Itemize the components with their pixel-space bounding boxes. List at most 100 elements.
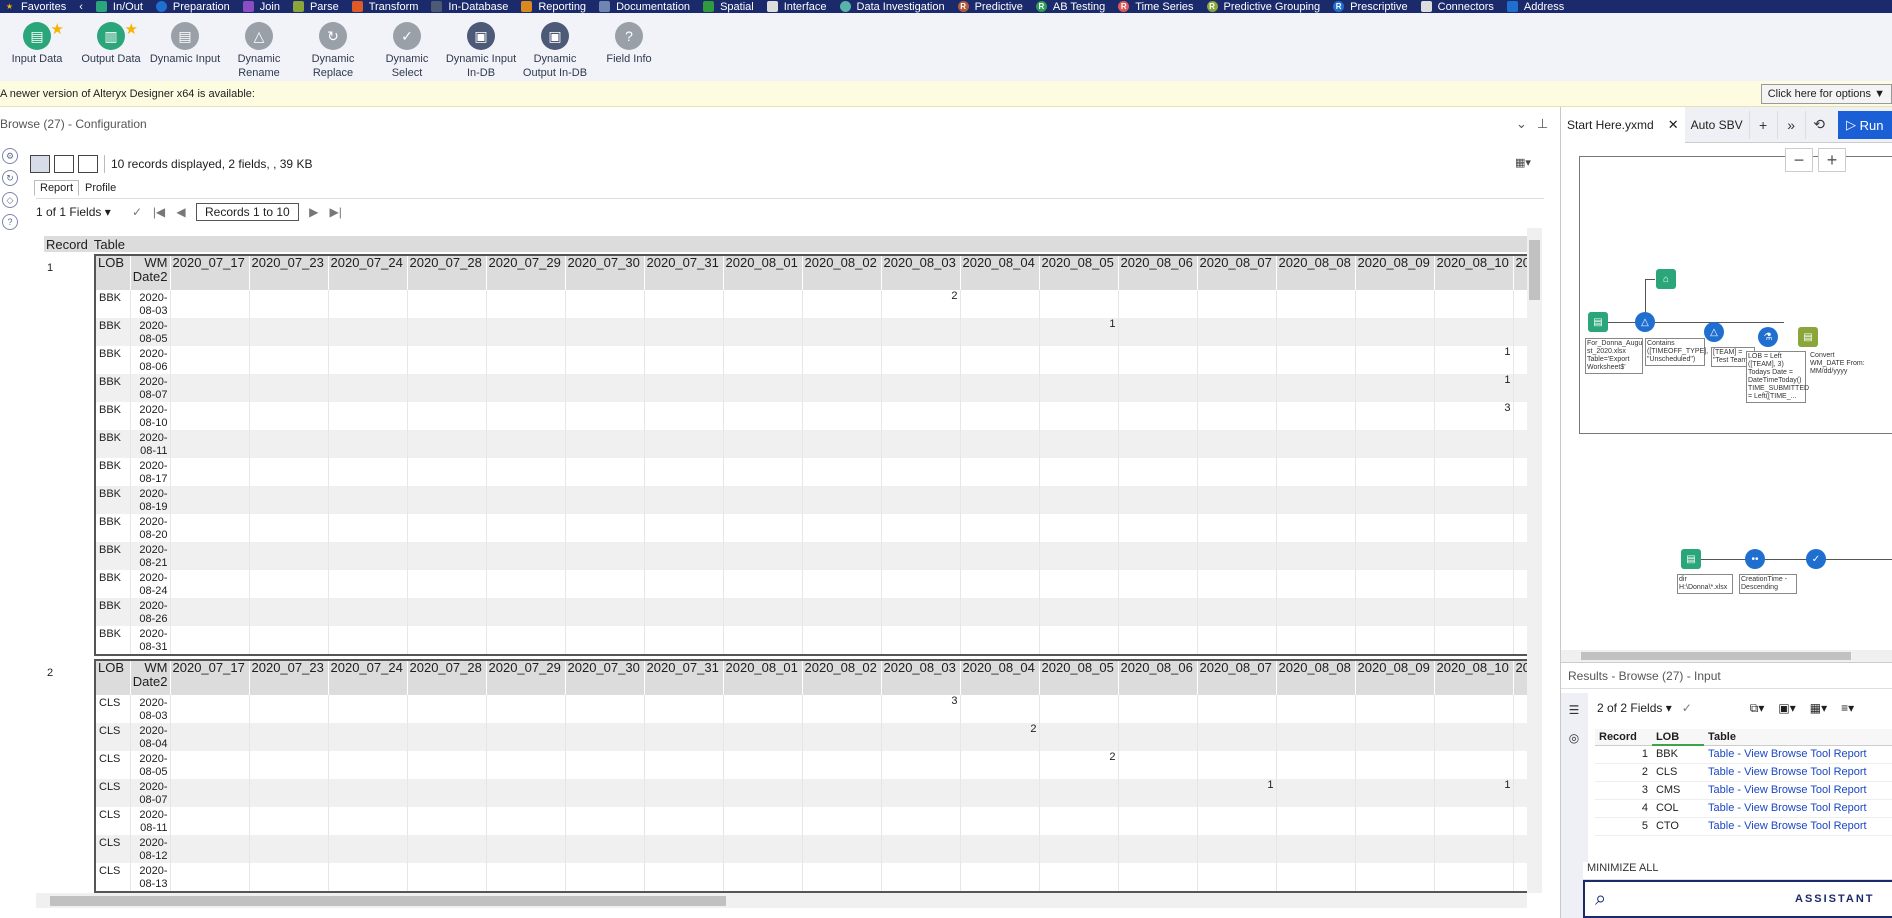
save-icon[interactable]: ▣▾ <box>1778 701 1795 715</box>
check-icon[interactable]: ✓ <box>126 205 148 219</box>
category-parse[interactable]: Parse <box>289 0 348 13</box>
fields-dropdown[interactable]: 1 of 1 Fields ▾ <box>36 205 126 219</box>
dynamic-select-tool[interactable]: ✓ Dynamic Select <box>370 13 444 80</box>
report-vertical-scrollbar[interactable] <box>1527 228 1542 893</box>
prev-record-icon[interactable]: ◀ <box>170 205 192 219</box>
directory-node[interactable]: ▤ <box>1681 549 1701 569</box>
dynamic-replace-tool[interactable]: ↻ Dynamic Replace <box>296 13 370 80</box>
last-record-icon[interactable]: ▶| <box>325 205 347 219</box>
table-row: BBK 2020-08-17 <box>96 458 1527 486</box>
help-icon[interactable]: ? <box>2 214 18 230</box>
category-in-out[interactable]: In/Out <box>92 0 152 13</box>
category-prescriptive[interactable]: R Prescriptive <box>1329 0 1416 13</box>
lob-header[interactable]: LOB <box>1651 729 1705 746</box>
table-header[interactable]: Table <box>1704 729 1892 746</box>
overflow-icon[interactable]: » <box>1776 110 1805 139</box>
workflow-canvas[interactable]: − + ▤ ⌂ △ △ ⚗ ▤ For_Donna_Augu st_2020.x… <box>1561 144 1892 662</box>
category-time-series[interactable]: R Time Series <box>1114 0 1202 13</box>
check-icon[interactable]: ✓ <box>1682 701 1692 715</box>
count-cell <box>170 626 250 654</box>
tab-profile[interactable]: Profile <box>79 180 122 196</box>
gear-icon[interactable]: ⚙ <box>2 148 18 164</box>
canvas-horizontal-scrollbar[interactable] <box>1561 650 1892 662</box>
dynamic-input-indb-tool[interactable]: ▣ Dynamic Input In-DB <box>444 13 518 80</box>
filter-team-node[interactable]: △ <box>1704 322 1724 342</box>
tool-container[interactable] <box>1579 156 1892 434</box>
table-row[interactable]: 1 BBK Table - View Browse Tool Report <box>1595 745 1892 764</box>
table-row[interactable]: 2 CLS Table - View Browse Tool Report <box>1595 763 1892 782</box>
output-data-tool[interactable]: ▥ Output Data ★ <box>74 13 148 66</box>
table-link[interactable]: Table - View Browse Tool Report <box>1704 763 1892 782</box>
table-icon[interactable]: ▦▾ <box>1810 701 1827 715</box>
assistant-bar[interactable]: ⌕ ASSISTANT <box>1583 880 1892 918</box>
table-row[interactable]: 5 CTO Table - View Browse Tool Report <box>1595 817 1892 836</box>
chevron-down-icon[interactable]: ⌄ <box>1516 116 1527 132</box>
category-reporting[interactable]: Reporting <box>517 0 595 13</box>
next-record-icon[interactable]: ▶ <box>303 205 325 219</box>
category-join[interactable]: Join <box>239 0 289 13</box>
category-spatial[interactable]: Spatial <box>699 0 763 13</box>
category-preparation[interactable]: Preparation <box>152 0 239 13</box>
category-transform[interactable]: Transform <box>348 0 428 13</box>
results-fields-dropdown[interactable]: 2 of 2 Fields ▾ <box>1597 701 1672 715</box>
split-horizontal-button[interactable] <box>78 155 98 173</box>
sort-node[interactable]: •• <box>1745 549 1765 569</box>
single-view-button[interactable] <box>30 155 50 173</box>
tab-report[interactable]: Report <box>34 180 80 196</box>
category-address[interactable]: Address <box>1503 0 1573 13</box>
add-tab-icon[interactable]: + <box>1748 110 1777 139</box>
category-ab-testing[interactable]: R AB Testing <box>1032 0 1114 13</box>
minimize-all[interactable]: MINIMIZE ALL <box>1583 862 1892 880</box>
first-record-icon[interactable]: |◀ <box>148 205 170 219</box>
chevron-left-icon[interactable]: ‹ <box>75 0 92 13</box>
select-node[interactable]: ✓ <box>1806 549 1826 569</box>
table-link[interactable]: Table - View Browse Tool Report <box>1704 799 1892 818</box>
formula-node[interactable]: ⚗ <box>1758 327 1778 347</box>
field-info-tool[interactable]: ? Field Info <box>592 13 666 66</box>
dynamic-output-indb-tool[interactable]: ▣ Dynamic Output In-DB <box>518 13 592 80</box>
category-predictive[interactable]: R Predictive <box>954 0 1032 13</box>
input-data-node[interactable]: ▤ <box>1588 312 1608 332</box>
wrap-icon[interactable]: ≡▾ <box>1841 701 1854 715</box>
run-button[interactable]: ▷ Run <box>1838 111 1892 139</box>
count-cell <box>723 723 803 751</box>
table-row[interactable]: 4 COL Table - View Browse Tool Report <box>1595 799 1892 818</box>
search-icon[interactable]: ⌕ <box>1595 888 1606 911</box>
table-link[interactable]: Table - View Browse Tool Report <box>1704 817 1892 836</box>
split-vertical-button[interactable] <box>54 155 74 173</box>
zoom-out-button[interactable]: − <box>1785 148 1813 172</box>
binoculars-icon[interactable]: ◎ <box>1563 727 1585 749</box>
category-favorites[interactable]: ★ Favorites <box>0 0 75 13</box>
tab-start-here[interactable]: Start Here.yxmd ✕ <box>1561 107 1685 143</box>
zoom-in-button[interactable]: + <box>1818 148 1846 172</box>
dynamic-rename-tool[interactable]: △ Dynamic Rename <box>222 13 296 80</box>
category-label: Time Series <box>1135 0 1194 13</box>
table-link[interactable]: Table - View Browse Tool Report <box>1704 781 1892 800</box>
layout-options-icon[interactable]: ▦▾ <box>1515 156 1541 172</box>
tab-auto-sbv[interactable]: Auto SBV <box>1685 107 1749 143</box>
category-label: Predictive Grouping <box>1223 0 1321 13</box>
update-options-button[interactable]: Click here for options ▼ <box>1760 84 1892 104</box>
pin-icon[interactable]: ⊥ <box>1537 116 1548 132</box>
category-documentation[interactable]: Documentation <box>595 0 699 13</box>
category-in-database[interactable]: In-Database <box>427 0 517 13</box>
table-row[interactable]: 3 CMS Table - View Browse Tool Report <box>1595 781 1892 800</box>
list-icon[interactable]: ☰ <box>1563 699 1585 721</box>
browse-node[interactable]: ⌂ <box>1656 269 1676 289</box>
refresh-icon[interactable]: ↻ <box>2 170 18 186</box>
tag-icon[interactable]: ◇ <box>2 192 18 208</box>
table-link[interactable]: Table - View Browse Tool Report <box>1704 745 1892 764</box>
history-icon[interactable]: ⟲ <box>1804 110 1833 139</box>
datetime-node[interactable]: ▤ <box>1798 327 1818 347</box>
record-header[interactable]: Record <box>1595 729 1652 746</box>
close-icon[interactable]: ✕ <box>1668 107 1679 143</box>
dynamic-input-tool[interactable]: ▤ Dynamic Input <box>148 13 222 66</box>
category-interface[interactable]: Interface <box>763 0 836 13</box>
filter-node[interactable]: △ <box>1635 312 1655 332</box>
category-connectors[interactable]: Connectors <box>1417 0 1503 13</box>
copy-icon[interactable]: ⧉▾ <box>1750 701 1765 716</box>
input-data-tool[interactable]: ▤ Input Data ★ <box>0 13 74 66</box>
category-data-investigation[interactable]: Data Investigation <box>836 0 954 13</box>
category-predictive-grouping[interactable]: R Predictive Grouping <box>1203 0 1330 13</box>
report-horizontal-scrollbar[interactable] <box>36 893 1527 908</box>
